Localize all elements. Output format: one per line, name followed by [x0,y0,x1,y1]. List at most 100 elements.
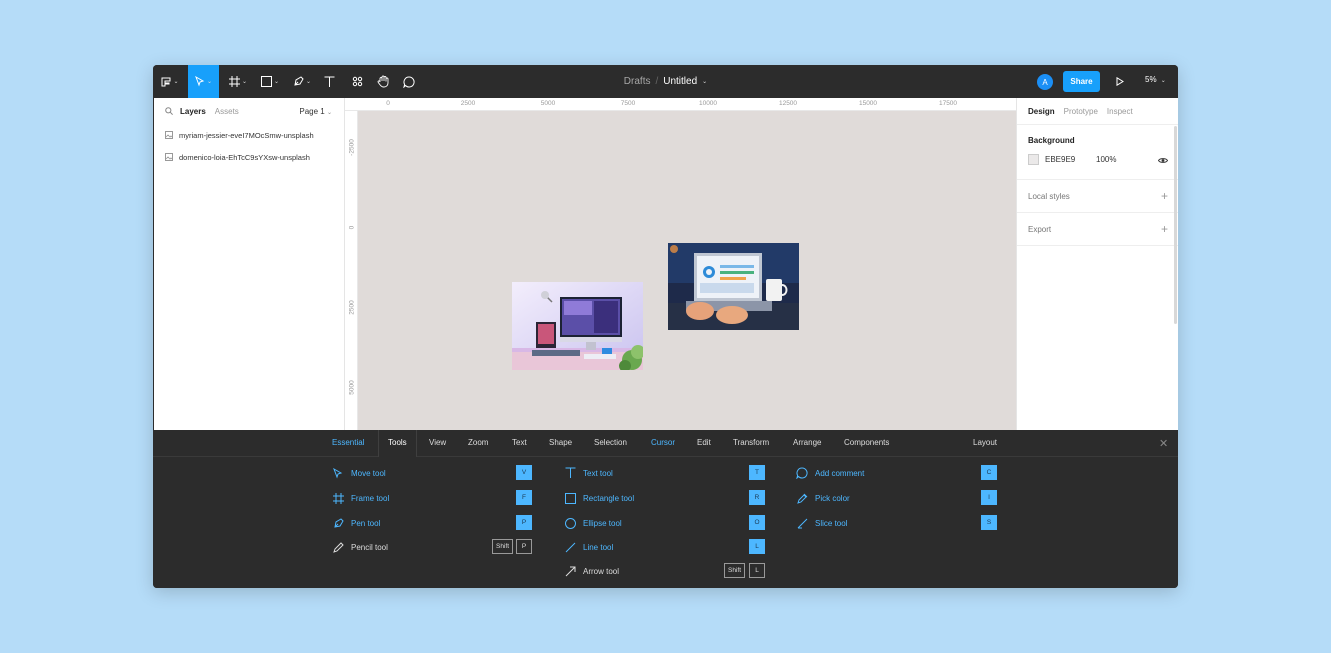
shortcut-pencil-tool: Pencil tool [332,539,388,555]
tab-shape[interactable]: Shape [549,438,572,447]
tab-tools[interactable]: Tools [378,430,417,457]
chevron-down-icon: ⌄ [1160,78,1166,84]
background-heading: Background [1028,136,1075,145]
shortcut-key: S [981,515,997,530]
shortcut-key: C [981,465,997,480]
arrow-icon [564,565,576,577]
chevron-down-icon: ⌄ [273,79,280,85]
eye-icon[interactable] [1158,157,1168,164]
shortcut-key: P [516,539,532,554]
shortcut-label: Line tool [583,542,614,552]
present-button[interactable] [1113,74,1127,89]
tab-arrange[interactable]: Arrange [793,438,821,447]
hand-tool-button[interactable] [373,65,393,98]
shortcut-frame-tool: Frame tool [332,490,389,506]
ruler-label: 10000 [698,100,718,107]
chevron-down-icon: ⌄ [305,79,312,85]
tab-selection[interactable]: Selection [594,438,627,447]
shape-tool-button[interactable]: ⌄ [257,65,283,98]
shortcut-pick-color: Pick color [796,490,850,506]
tab-inspect[interactable]: Inspect [1107,107,1133,116]
tab-cursor[interactable]: Cursor [651,438,675,447]
tab-edit[interactable]: Edit [697,438,711,447]
layer-name: myriam-jessier-eveI7MOcSmw-unsplash [179,130,314,140]
layer-name: domenico-loia-EhTcC9sYXsw-unsplash [179,152,310,162]
background-hex-input[interactable]: EBE9E9 [1045,155,1075,164]
tab-text[interactable]: Text [512,438,527,447]
image-desk-imac[interactable] [512,282,643,370]
tab-transform[interactable]: Transform [733,438,769,447]
tab-view[interactable]: View [429,438,446,447]
tab-zoom[interactable]: Zoom [468,438,488,447]
pen-icon [294,76,304,86]
tab-essential[interactable]: Essential [332,438,364,447]
share-button[interactable]: Share [1063,71,1100,92]
main-menu-button[interactable]: ⌄ [157,65,183,98]
text-tool-button[interactable] [319,65,339,98]
frame-tool-button[interactable]: ⌄ [225,65,251,98]
ruler-label: 15000 [858,100,878,107]
shortcut-label: Pencil tool [351,542,388,552]
shortcut-key: P [516,515,532,530]
shortcut-label: Add comment [815,468,865,478]
scrollbar[interactable] [1174,126,1177,324]
comment-icon [796,467,808,479]
layer-item[interactable]: domenico-loia-EhTcC9sYXsw-unsplash [154,146,344,168]
shortcut-key: F [516,490,532,505]
resources-button[interactable] [347,65,367,98]
local-styles-section: Local styles + [1017,180,1178,213]
breadcrumb-drafts[interactable]: Drafts [624,76,651,87]
shortcut-slice-tool: Slice tool [796,515,847,531]
eyedropper-icon [796,492,808,504]
tab-design[interactable]: Design [1028,107,1055,116]
zoom-level: 5% [1145,75,1157,84]
close-icon[interactable]: ✕ [1159,437,1168,450]
avatar[interactable]: A [1037,74,1053,90]
background-opacity-input[interactable]: 100% [1096,155,1116,164]
chevron-down-icon[interactable]: ⌄ [702,78,707,85]
top-toolbar: ⌄ ⌄ ⌄ ⌄ ⌄ Drafts / Untitled ⌄ A Share 5%… [153,65,1178,98]
page-selector[interactable]: Page 1 ⌄ [299,107,332,116]
layer-item[interactable]: myriam-jessier-eveI7MOcSmw-unsplash [154,124,344,146]
resources-icon [352,76,362,87]
pen-tool-button[interactable]: ⌄ [289,65,315,98]
frame-icon [332,492,344,504]
shortcut-key: L [749,563,765,578]
background-color-swatch[interactable] [1028,153,1039,165]
shortcut-key: Shift [724,563,746,578]
shortcut-text-tool: Text tool [564,465,613,481]
add-style-plus-icon[interactable]: + [1161,189,1168,203]
figma-menu-icon [161,77,171,86]
image-laptop[interactable] [668,243,799,330]
text-icon [324,76,334,87]
comment-tool-button[interactable] [399,65,419,98]
pencil-icon [332,541,344,553]
shortcut-tabs: Essential Tools View Zoom Text Shape Sel… [153,430,1178,457]
pen-icon [332,517,344,529]
shortcut-label: Slice tool [815,518,848,528]
shortcut-ellipse-tool: Ellipse tool [564,515,622,531]
shortcut-label: Pen tool [351,518,381,528]
tab-layout[interactable]: Layout [973,438,997,447]
search-icon[interactable] [165,107,173,115]
canvas[interactable]: 0 2500 5000 7500 10000 12500 15000 17500… [345,98,1016,430]
desk-photo-graphic [512,282,643,370]
tab-components[interactable]: Components [844,438,889,447]
ruler-label: -2500 [348,139,356,156]
export-section: Export + [1017,213,1178,246]
add-export-plus-icon[interactable]: + [1161,222,1168,236]
move-tool-button[interactable]: ⌄ [188,65,219,98]
tab-assets[interactable]: Assets [215,107,239,116]
rectangle-icon [564,492,576,504]
file-title[interactable]: Untitled [663,76,697,87]
ruler-label: 2500 [348,300,356,315]
tab-layers[interactable]: Layers [180,107,206,116]
breadcrumb-separator: / [655,76,659,87]
comment-icon [403,75,415,88]
shortcut-label: Text tool [583,468,613,478]
shortcut-move-tool: Move tool [332,465,386,481]
tab-prototype[interactable]: Prototype [1064,107,1098,116]
play-icon [1116,77,1124,86]
frame-icon [228,76,240,87]
zoom-dropdown[interactable]: 5% ⌄ [1145,75,1166,84]
